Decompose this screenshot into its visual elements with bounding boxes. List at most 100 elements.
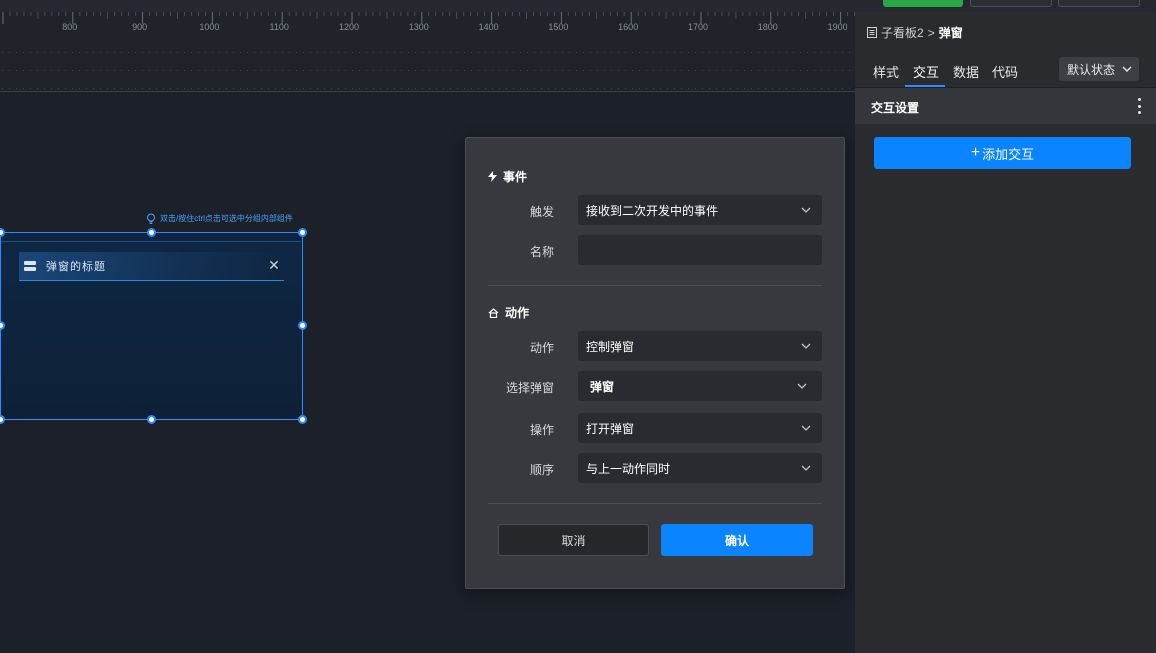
toolbar-button[interactable] (970, 0, 1052, 7)
order-select[interactable]: 与上一动作同时 (578, 453, 822, 483)
tab-interaction[interactable]: 交互 (913, 62, 939, 81)
grid-dot (219, 52, 220, 53)
add-interaction-label: 添加交互 (982, 146, 1035, 162)
grid-dot (527, 88, 528, 89)
grid-dot (415, 52, 416, 53)
grid-dot (240, 88, 241, 89)
grid-dot (604, 52, 605, 53)
tab-data[interactable]: 数据 (953, 62, 979, 81)
tab-code[interactable]: 代码 (992, 62, 1018, 81)
grid-dot (576, 52, 577, 53)
operation-select[interactable]: 打开弹窗 (578, 413, 822, 443)
grid-dot (205, 52, 206, 53)
grid-dot (653, 52, 654, 53)
resize-handle-right[interactable] (298, 321, 307, 330)
grid-dot (373, 52, 374, 53)
cancel-button[interactable]: 取消 (498, 524, 649, 556)
grid-dot (688, 52, 689, 53)
grid-dot (128, 52, 129, 53)
grid-dot (464, 70, 465, 71)
popup-component[interactable]: 弹窗的标题 ✕ (0, 232, 303, 420)
grid-dot (16, 88, 17, 89)
ruler-svg: 7008009001000110012001300140015001600170… (2, 12, 855, 89)
resize-handle-top[interactable] (147, 228, 156, 237)
grid-dot (310, 52, 311, 53)
grid-dot (548, 70, 549, 71)
more-icon[interactable] (1136, 98, 1142, 114)
close-icon[interactable]: ✕ (268, 258, 280, 272)
grid-dot (359, 88, 360, 89)
active-tab-indicator (905, 85, 945, 87)
grid-dot (520, 70, 521, 71)
grid-dot (541, 52, 542, 53)
grid-dot (730, 88, 731, 89)
grid-dot (163, 70, 164, 71)
resize-handle-bottom-right[interactable] (298, 415, 307, 424)
breadcrumb: 子看板2 > 弹窗 (867, 24, 963, 41)
grid-dot (394, 88, 395, 89)
popup-select-value: 弹窗 (590, 379, 615, 394)
state-select[interactable]: 默认状态 (1059, 57, 1139, 81)
grid-dot (597, 52, 598, 53)
grid-dot (625, 52, 626, 53)
grid-dot (450, 52, 451, 53)
grid-dot (800, 88, 801, 89)
tab-style[interactable]: 样式 (873, 62, 899, 81)
app-window: 7008009001000110012001300140015001600170… (0, 0, 1156, 653)
grid-dot (156, 70, 157, 71)
action-select[interactable]: 控制弹窗 (578, 331, 822, 361)
grid-dot (72, 52, 73, 53)
grid-dot (191, 88, 192, 89)
grid-dot (30, 52, 31, 53)
grid-dot (737, 88, 738, 89)
grid-dot (716, 70, 717, 71)
publish-button[interactable] (883, 0, 963, 7)
grid-dot (541, 88, 542, 89)
grid-dot (16, 70, 17, 71)
grid-dot (387, 88, 388, 89)
popup-select[interactable]: 弹窗 (578, 371, 822, 401)
add-interaction-button[interactable]: + 添加交互 (874, 137, 1131, 169)
trigger-select[interactable]: 接收到二次开发中的事件 (578, 195, 822, 225)
grid-dot (422, 52, 423, 53)
grid-dot (226, 70, 227, 71)
confirm-button[interactable]: 确认 (661, 524, 813, 556)
grid-dot (352, 70, 353, 71)
grid-dot (653, 70, 654, 71)
grid-dot (170, 52, 171, 53)
grid-dot (534, 70, 535, 71)
toolbar-button[interactable] (1058, 0, 1140, 7)
grid-dot (247, 52, 248, 53)
order-label: 顺序 (529, 463, 554, 477)
interaction-dialog: 事件 触发 接收到二次开发中的事件 名称 动作 动作 控制弹窗 选择弹窗 弹窗 (465, 137, 845, 589)
document-icon (867, 27, 877, 38)
grid-dot (695, 52, 696, 53)
grid-dot (100, 70, 101, 71)
grid-dot (821, 52, 822, 53)
grid-dot (261, 70, 262, 71)
grid-dot (352, 52, 353, 53)
grid-dot (170, 88, 171, 89)
resize-handle-top-right[interactable] (298, 228, 307, 237)
grid-dot (492, 52, 493, 53)
grid-dot (849, 70, 850, 71)
grid-dot (436, 52, 437, 53)
grid-dot (674, 52, 675, 53)
grid-dot (604, 88, 605, 89)
grid-dot (135, 88, 136, 89)
grid-dot (268, 88, 269, 89)
grid-dot (786, 52, 787, 53)
plus-icon: + (970, 144, 981, 161)
name-input[interactable] (578, 235, 822, 265)
breadcrumb-parent[interactable]: 子看板2 (881, 24, 924, 41)
grid-dot (611, 88, 612, 89)
resize-handle-bottom[interactable] (147, 415, 156, 424)
grid-dot (149, 52, 150, 53)
grid-dot (786, 70, 787, 71)
grid-dot (590, 70, 591, 71)
grid-dot (723, 52, 724, 53)
ruler-tick-label: 1100 (270, 22, 289, 32)
chevron-down-icon (801, 425, 811, 431)
grid-dot (625, 70, 626, 71)
trigger-label: 触发 (529, 205, 554, 219)
